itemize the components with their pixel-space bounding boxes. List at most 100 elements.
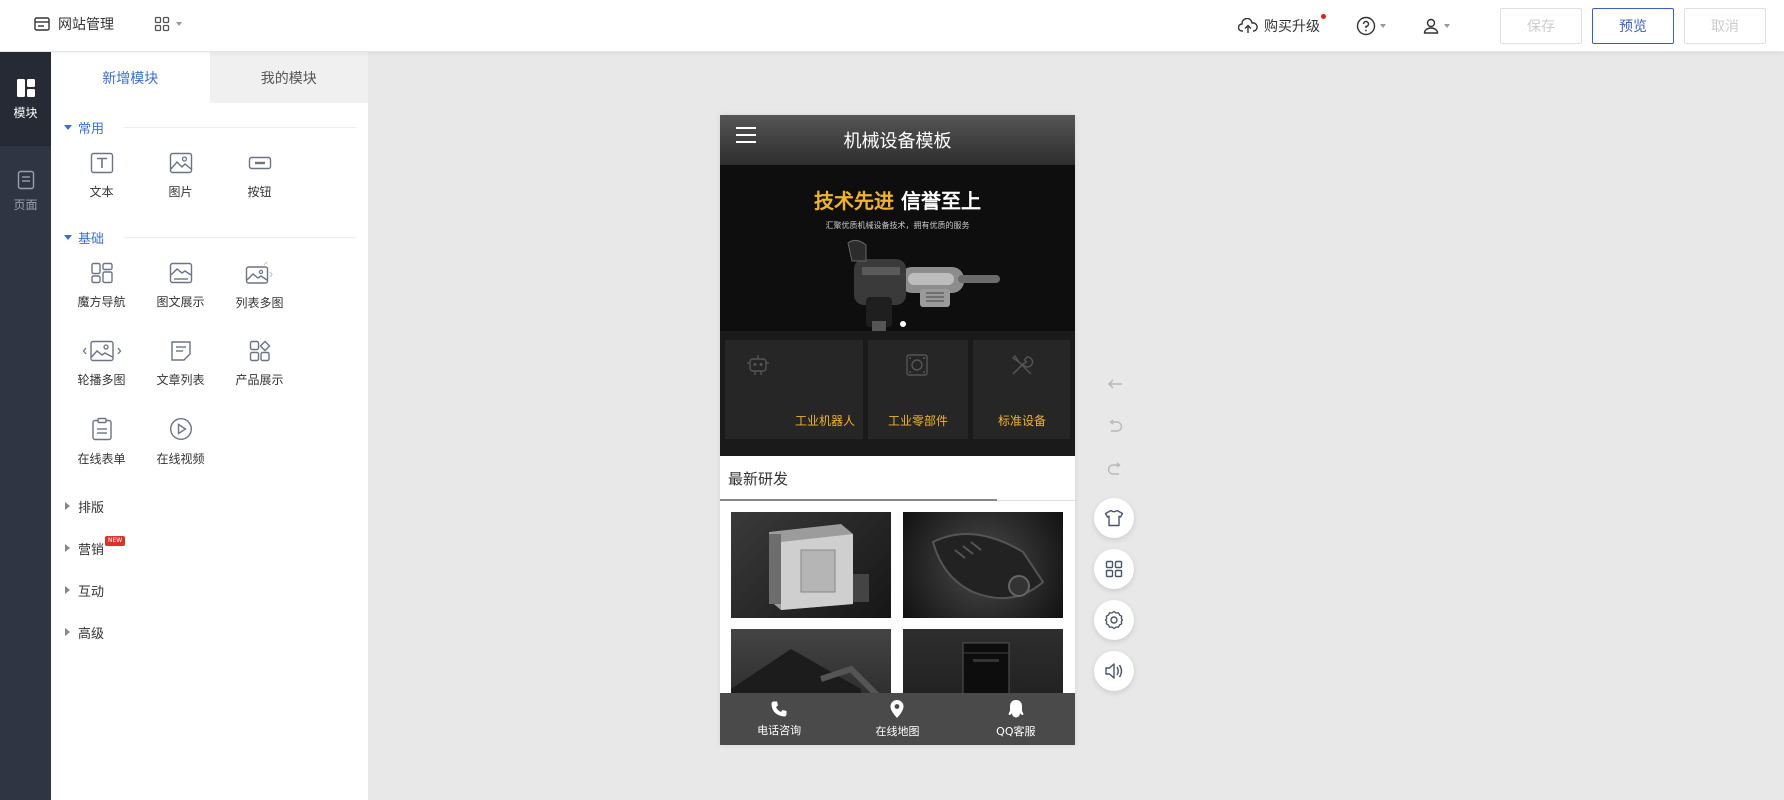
section-interaction-header[interactable]: 互动 (51, 569, 368, 611)
machine-cabinet-image (769, 524, 869, 610)
section-layout-title: 排版 (78, 500, 105, 516)
section-common-title: 常用 (78, 121, 105, 137)
module-text[interactable]: 文本 (62, 137, 141, 215)
mobile-preview[interactable]: 机械设备模板 技术先进 信誉至上 汇聚优质机械设备技术，拥有优质的服务 工业机器… (720, 115, 1075, 745)
module-label: 图片 (168, 185, 193, 199)
preview-site-title: 机械设备模板 (843, 131, 952, 152)
module-button[interactable]: 按钮 (220, 137, 299, 215)
footer-label: QQ客服 (996, 725, 1036, 738)
carousel-indicator[interactable] (900, 321, 906, 327)
wrench-screwdriver-icon (1011, 354, 1034, 375)
rail-item-pages[interactable]: 页面 (0, 146, 51, 236)
preview-section-title: 最新研发 (720, 456, 1075, 501)
module-panel: 新增模块 我的模块 常用 文本 图片 按钮 基础 魔方导航 图文展示 列表多图 … (51, 52, 368, 800)
module-product-display[interactable]: 产品展示 (220, 325, 299, 403)
gear-icon (1104, 610, 1124, 630)
section-marketing-header[interactable]: 营销 NEW (51, 527, 368, 569)
carousel-icon (82, 340, 121, 362)
module-online-form[interactable]: 在线表单 (62, 403, 141, 481)
section-title-text: 最新研发 (728, 469, 789, 488)
section-layout-header[interactable]: 排版 (51, 485, 368, 527)
layout-modules-button[interactable] (1094, 549, 1134, 589)
section-common-header[interactable]: 常用 (51, 117, 368, 137)
module-label: 文章列表 (156, 373, 205, 387)
upgrade-button[interactable]: 购买升级 (1238, 14, 1326, 36)
footer-phone-button[interactable]: 电话咨询 (720, 693, 838, 745)
theme-button[interactable] (1094, 498, 1134, 538)
page-icon (17, 170, 34, 189)
module-label: 在线表单 (77, 452, 126, 466)
grid-icon (1105, 560, 1123, 578)
new-badge: NEW (105, 536, 126, 546)
module-carousel[interactable]: 轮播多图 (62, 325, 141, 403)
tab-new-modules[interactable]: 新增模块 (51, 52, 210, 103)
image-icon (169, 152, 192, 174)
settings-button[interactable] (1094, 600, 1134, 640)
video-play-icon (169, 417, 192, 441)
preview-banner[interactable]: 技术先进 信誉至上 汇聚优质机械设备技术，拥有优质的服务 (720, 165, 1075, 331)
modules-icon (16, 78, 35, 97)
product-icon (249, 340, 270, 362)
category-card-parts[interactable]: 工业零部件 (868, 340, 968, 439)
category-label: 工业机器人 (794, 414, 855, 428)
site-manage-button[interactable]: 网站管理 (34, 14, 114, 34)
apps-menu-button[interactable] (154, 16, 182, 32)
category-card-robot[interactable]: 工业机器人 (725, 340, 863, 439)
footer-qq-button[interactable]: QQ客服 (957, 693, 1075, 745)
product-image[interactable] (731, 512, 891, 618)
footer-map-button[interactable]: 在线地图 (838, 693, 956, 745)
save-button[interactable]: 保存 (1500, 8, 1582, 44)
help-menu-button[interactable] (1356, 16, 1386, 36)
section-interaction-title: 互动 (78, 584, 105, 600)
product-image[interactable] (903, 512, 1063, 618)
module-list-images[interactable]: 列表多图 (220, 247, 299, 325)
undo-button[interactable] (1107, 418, 1123, 434)
banner-subtitle: 汇聚优质机械设备技术，拥有优质的服务 (825, 221, 970, 230)
cloud-upload-icon (1238, 18, 1258, 33)
module-online-video[interactable]: 在线视频 (141, 403, 220, 481)
back-arrow-button[interactable] (1107, 376, 1123, 392)
preview-button[interactable]: 预览 (1592, 8, 1674, 44)
section-advanced-header[interactable]: 高级 (51, 611, 368, 653)
module-article-list[interactable]: 文章列表 (141, 325, 220, 403)
speaker-icon (1105, 663, 1123, 679)
grid-nav-icon (90, 262, 113, 284)
module-image-text[interactable]: 图文展示 (141, 247, 220, 325)
module-label: 图文展示 (156, 295, 205, 309)
article-icon (170, 341, 191, 361)
left-rail: 模块 页面 (0, 52, 51, 800)
module-image[interactable]: 图片 (141, 137, 220, 215)
section-marketing-title: 营销 (78, 542, 105, 558)
upgrade-label: 购买升级 (1264, 19, 1320, 35)
robot-icon (747, 355, 769, 375)
module-label: 魔方导航 (77, 295, 126, 309)
module-label: 文本 (89, 185, 114, 199)
section-basic-header[interactable]: 基础 (51, 227, 368, 247)
toolbar-right: 购买升级 保存 预览 取消 (1238, 8, 1766, 44)
caret-right-icon (65, 544, 70, 552)
rail-item-modules[interactable]: 模块 (0, 52, 51, 146)
music-button[interactable] (1094, 651, 1134, 691)
notification-dot (1321, 14, 1326, 19)
module-label: 列表多图 (235, 296, 284, 310)
divider (124, 126, 356, 128)
hamburger-menu-icon[interactable] (736, 127, 756, 143)
chevron-down-icon (176, 22, 182, 26)
user-icon (1423, 18, 1439, 34)
arrow-left-icon (1108, 379, 1122, 389)
basic-modules: 魔方导航 图文展示 列表多图 轮播多图 文章列表 产品展示 在线表单 在线视频 (51, 247, 368, 481)
module-magic-nav[interactable]: 魔方导航 (62, 247, 141, 325)
common-modules: 文本 图片 按钮 (51, 137, 368, 215)
cancel-button[interactable]: 取消 (1684, 8, 1766, 44)
user-menu-button[interactable] (1422, 17, 1450, 35)
image-text-icon (169, 262, 192, 284)
preview-header: 机械设备模板 (720, 115, 1075, 165)
category-card-standard[interactable]: 标准设备 (973, 340, 1070, 439)
redo-button[interactable] (1107, 461, 1123, 477)
caret-right-icon (65, 586, 70, 594)
tab-my-modules[interactable]: 我的模块 (209, 52, 368, 103)
top-toolbar: 网站管理 购买升级 保存 预览 取消 (0, 0, 1784, 52)
slogan-gold: 技术先进 (814, 189, 895, 213)
list-images-icon (245, 261, 273, 284)
title-underline (720, 499, 997, 501)
